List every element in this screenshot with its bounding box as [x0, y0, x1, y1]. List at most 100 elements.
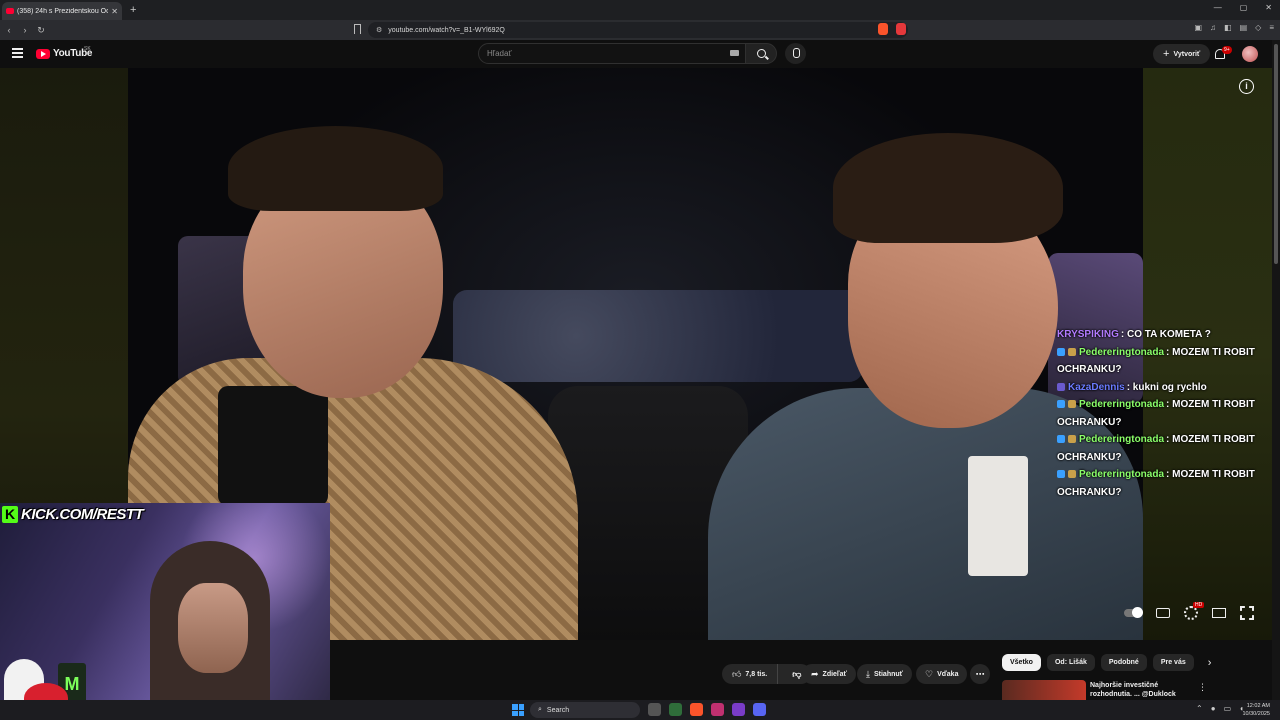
thanks-icon: ♡: [925, 668, 934, 679]
settings-gear-icon[interactable]: HD: [1184, 602, 1205, 620]
close-window-button[interactable]: ✕: [1265, 3, 1272, 12]
share-label: Zdieľať: [822, 670, 847, 678]
chat-username: Pedereringtonada: [1079, 346, 1165, 358]
browser-menu-icon[interactable]: ≡: [1269, 23, 1274, 32]
browser-tab-active[interactable]: (358) 24h s Prezidentskou Ochr... ✕: [2, 2, 122, 20]
chat-message: Pedereringtonada: MOZEM TI ROBIT OCHRANK…: [1057, 431, 1257, 466]
youtube-header: YouTube SK Hľadať + Vytvoriť 9+: [0, 40, 1280, 68]
thanks-label: Vďaka: [937, 670, 959, 678]
notification-badge: 9+: [1222, 46, 1232, 54]
task-view-icon[interactable]: [648, 703, 661, 716]
address-bar-row: ‹ › ↻ ⚙ youtube.com/watch?v=_B1-WYl692Q …: [0, 20, 1280, 40]
app-icon-pink[interactable]: [711, 703, 724, 716]
system-tray: ⌃ ● ▭ ◖: [1196, 704, 1244, 713]
more-actions-button[interactable]: ⋯: [970, 664, 990, 684]
url-text: youtube.com/watch?v=_B1-WYl692Q: [388, 26, 505, 34]
vpn-icon[interactable]: ◇: [1255, 23, 1261, 32]
info-icon[interactable]: i: [1239, 79, 1254, 94]
clock-time: 12:02 AM: [1246, 703, 1270, 709]
fullscreen-icon[interactable]: [1240, 606, 1254, 620]
brave-browser-icon[interactable]: [690, 703, 703, 716]
search-input[interactable]: Hľadať: [478, 43, 746, 64]
chat-text: : CO TA KOMETA ?: [1120, 329, 1211, 340]
create-button[interactable]: + Vytvoriť: [1153, 44, 1211, 64]
like-dislike-group: 👍︎ 7,8 tis. 👎︎: [722, 664, 812, 684]
tab-close-icon[interactable]: ✕: [111, 7, 118, 16]
youtube-play-icon: [36, 48, 50, 59]
chat-badge-icon: [1068, 347, 1076, 356]
chat-badge-icon: [1068, 435, 1076, 444]
filter-chip[interactable]: Podobné: [1100, 654, 1147, 671]
windows-start-icon[interactable]: [512, 704, 524, 716]
tray-chevron-icon[interactable]: ⌃: [1196, 704, 1203, 713]
media-icon[interactable]: ♫: [1210, 23, 1216, 32]
filter-chip[interactable]: Od: Lišák: [1046, 654, 1095, 671]
chat-badge-icon: [1057, 470, 1065, 479]
plus-icon: +: [1163, 48, 1170, 60]
chat-username: KRYSPIKING: [1057, 329, 1119, 340]
maximize-button[interactable]: ▢: [1240, 3, 1248, 12]
chat-badge-icon: [1068, 470, 1076, 479]
subtitles-icon[interactable]: [1156, 608, 1170, 618]
network-icon[interactable]: ▭: [1224, 704, 1232, 713]
webcam-overlay: M: [0, 503, 330, 720]
recommendation-more-icon[interactable]: ⋮: [1198, 682, 1207, 693]
url-field[interactable]: ⚙ youtube.com/watch?v=_B1-WYl692Q: [368, 22, 908, 38]
chip-next-icon[interactable]: ›: [1208, 657, 1212, 669]
brave-rewards-icon[interactable]: [896, 23, 906, 35]
person-left-hair: [228, 126, 443, 211]
streamer-face: [178, 583, 248, 673]
mic-tray-icon[interactable]: ●: [1211, 704, 1216, 713]
chat-text: : kukni og rychlo: [1126, 381, 1207, 393]
forward-icon[interactable]: ›: [18, 25, 32, 35]
like-count: 7,8 tis.: [745, 670, 768, 678]
xbox-icon[interactable]: [669, 703, 682, 716]
sidebar-icon[interactable]: ◧: [1224, 23, 1232, 32]
recommendation-item[interactable]: Najhoršie investičné rozhodnutia. ... @D…: [1002, 680, 1212, 700]
filter-chip[interactable]: Pre vás: [1152, 654, 1194, 671]
below-video: 👍︎ 7,8 tis. 👎︎ ➦ Zdieľať ⤓ Stiahnuť ♡ Vď…: [330, 640, 1280, 700]
player-controls: HD: [1124, 602, 1254, 620]
chat-badge-icon: [1057, 347, 1065, 356]
kick-url: KICK.COM/RESTT: [21, 505, 144, 523]
taskbar-search[interactable]: ⌕ Search: [530, 702, 640, 718]
avatar[interactable]: [1242, 46, 1258, 62]
chat-message: KRYSPIKING: CO TA KOMETA ?: [1057, 326, 1257, 344]
search-placeholder: Hľadať: [487, 49, 512, 58]
share-button[interactable]: ➦ Zdieľať: [802, 664, 856, 684]
thanks-button[interactable]: ♡ Vďaka: [916, 664, 968, 684]
taskbar-clock[interactable]: 12:02 AM 10/30/2025: [1242, 702, 1270, 718]
keyboard-icon[interactable]: [730, 50, 739, 56]
chat-badge-icon: [1057, 435, 1065, 444]
reload-icon[interactable]: ↻: [34, 25, 48, 36]
scrollbar-thumb[interactable]: [1274, 44, 1278, 264]
share-icon: ➦: [811, 668, 819, 679]
download-button[interactable]: ⤓ Stiahnuť: [857, 664, 913, 684]
menu-icon[interactable]: [12, 48, 23, 58]
mic-icon[interactable]: [785, 43, 806, 64]
wallet-icon[interactable]: ▤: [1240, 23, 1248, 32]
theater-mode-icon[interactable]: [1212, 608, 1226, 618]
like-button[interactable]: 👍︎ 7,8 tis.: [722, 664, 779, 684]
extension-icon[interactable]: ▣: [1194, 23, 1202, 32]
taskbar: ⌕ Search ⌃ ● ▭ ◖ 12:02 AM 10/30/2025: [0, 700, 1280, 720]
recommendation-title[interactable]: Najhoršie investičné rozhodnutia. ... @D…: [1090, 681, 1200, 699]
filter-chip[interactable]: Všetko: [1002, 654, 1041, 671]
taskbar-search-icon: ⌕: [538, 706, 542, 713]
new-tab-button[interactable]: +: [130, 4, 136, 16]
recommendation-thumbnail[interactable]: [1002, 680, 1086, 700]
discord-icon[interactable]: [753, 703, 766, 716]
chat-username: KazaDennis: [1068, 381, 1125, 393]
autoplay-toggle[interactable]: [1124, 607, 1143, 618]
minimize-button[interactable]: —: [1214, 3, 1222, 12]
chat-message: Pedereringtonada: MOZEM TI ROBIT OCHRANK…: [1057, 396, 1257, 431]
toolbar-icons: ▣ ♫ ◧ ▤ ◇ ≡: [1194, 23, 1274, 32]
twitch-icon[interactable]: [732, 703, 745, 716]
brave-shields-icon[interactable]: [878, 23, 888, 35]
download-icon: ⤓: [866, 668, 870, 679]
search-icon[interactable]: [745, 43, 777, 64]
youtube-favicon-icon: [6, 8, 14, 14]
bookmark-icon[interactable]: [354, 24, 361, 34]
back-icon[interactable]: ‹: [2, 25, 16, 35]
site-info-icon[interactable]: ⚙: [376, 26, 382, 34]
